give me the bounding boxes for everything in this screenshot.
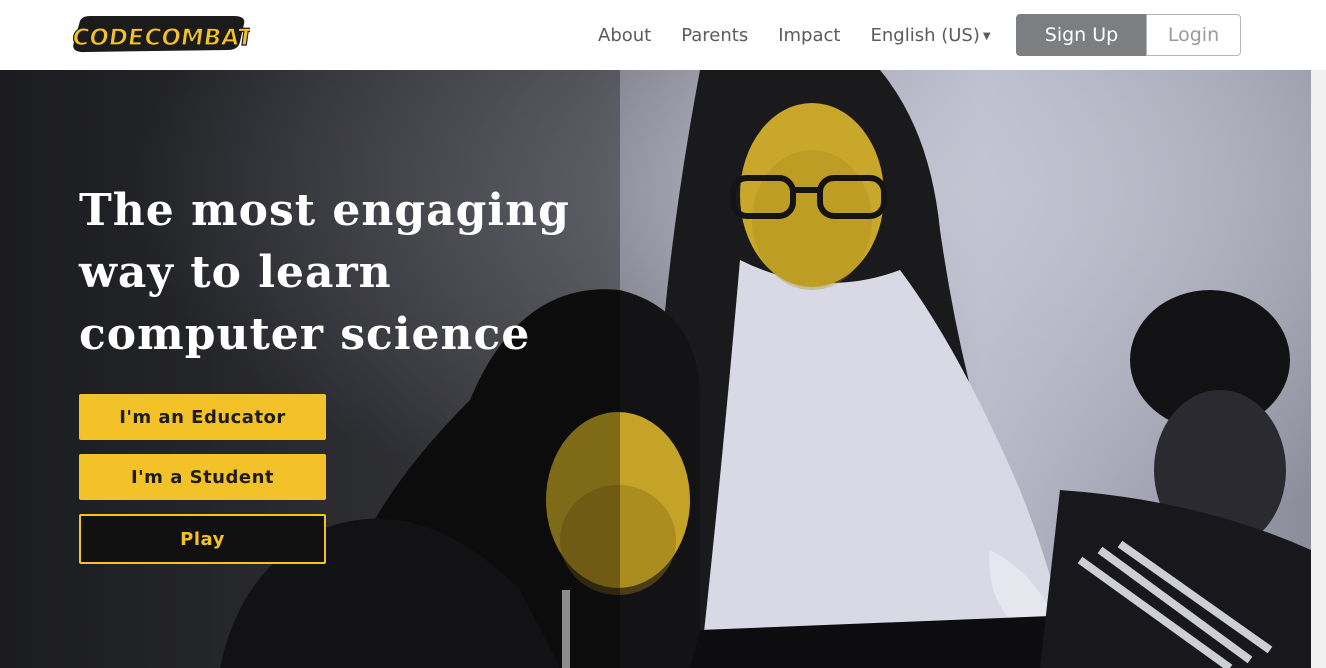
sign-up-button[interactable]: Sign Up: [1016, 14, 1147, 56]
svg-text:COMBAT: COMBAT: [143, 25, 250, 51]
hero-classroom-photo: [0, 70, 1311, 668]
play-button[interactable]: Play: [79, 514, 326, 564]
headline-line-2: way to learn: [79, 247, 392, 298]
top-navigation-bar: CODE COMBAT About Parents Impact English…: [0, 0, 1326, 70]
nav-about[interactable]: About: [598, 25, 651, 46]
language-dropdown[interactable]: English (US) ▼: [870, 25, 990, 46]
nav-impact[interactable]: Impact: [778, 25, 840, 46]
page-scrollbar[interactable]: [1311, 70, 1326, 668]
student-button[interactable]: I'm a Student: [79, 454, 326, 500]
hero-section: The most engaging way to learn computer …: [0, 70, 1311, 668]
headline-line-1: The most engaging: [79, 185, 570, 236]
caret-down-icon: ▼: [982, 30, 991, 42]
headline-line-3: computer science: [79, 309, 531, 360]
educator-button[interactable]: I'm an Educator: [79, 394, 326, 440]
svg-text:CODE: CODE: [71, 25, 146, 51]
nav-parents[interactable]: Parents: [681, 25, 748, 46]
main-nav: About Parents Impact English (US) ▼: [598, 0, 991, 70]
codecombat-logo[interactable]: CODE COMBAT: [68, 12, 250, 56]
login-button[interactable]: Login: [1146, 14, 1241, 56]
language-label: English (US): [870, 24, 980, 46]
hero-headline: The most engaging way to learn computer …: [79, 180, 619, 366]
